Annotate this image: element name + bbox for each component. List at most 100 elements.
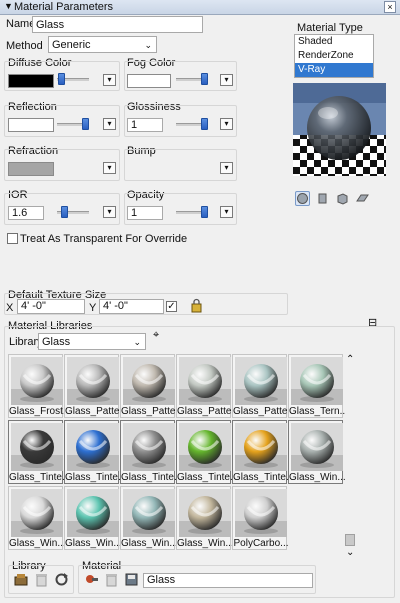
sphere-preview-icon[interactable] xyxy=(295,191,310,206)
lock-icon[interactable] xyxy=(190,298,203,313)
material-thumbnail[interactable]: Glass_Win... xyxy=(288,420,345,484)
material-thumbnail[interactable]: Glass_Tinte... xyxy=(8,420,65,484)
material-thumbnail[interactable]: Glass_Tinte... xyxy=(64,420,121,484)
material-thumbnail[interactable]: Glass_Frost... xyxy=(8,354,65,418)
library-options-icon[interactable]: ⌖ xyxy=(153,329,159,342)
library-select[interactable]: Glass ⌄ xyxy=(38,333,146,350)
glossiness-slider-thumb[interactable] xyxy=(201,118,208,130)
library-value: Glass xyxy=(42,336,71,348)
material-thumbnail-label: Glass_Tinte... xyxy=(9,472,65,483)
material-type-option[interactable]: V-Ray xyxy=(295,63,373,77)
cube-preview-icon[interactable] xyxy=(335,191,350,206)
material-swatch-image xyxy=(11,357,63,405)
texture-y-label: Y xyxy=(89,302,97,314)
material-type-option[interactable]: Shaded xyxy=(295,35,373,49)
texture-x-label: X xyxy=(6,302,14,314)
material-thumbnail[interactable]: PolyCarbo... xyxy=(232,486,289,550)
material-thumbnail-label: PolyCarbo... xyxy=(233,538,289,549)
texture-y-input[interactable]: 4' -0" xyxy=(99,299,164,314)
material-thumbnail-label: Glass_Patte... xyxy=(65,406,121,417)
reflection-color-swatch[interactable] xyxy=(8,118,54,132)
close-icon[interactable]: × xyxy=(384,1,396,13)
refraction-texture-dropdown-icon[interactable]: ▾ xyxy=(103,162,116,174)
material-swatch-image xyxy=(235,423,287,471)
ior-texture-dropdown-icon[interactable]: ▾ xyxy=(103,206,116,218)
material-thumbnail-label: Glass_Patte... xyxy=(121,406,177,417)
material-thumbnail[interactable]: Glass_Tinte... xyxy=(120,420,177,484)
material-thumbnail[interactable]: Glass_Patte... xyxy=(232,354,289,418)
bump-texture-dropdown-icon[interactable]: ▾ xyxy=(220,162,233,174)
material-thumbnail-label: Glass_Tinte... xyxy=(233,472,289,483)
material-delete-icon[interactable] xyxy=(104,572,119,587)
material-thumbnail-label: Glass_Tinte... xyxy=(121,472,177,483)
panel-header: ▼ Material Parameters × xyxy=(0,0,400,15)
material-name-field[interactable]: Glass xyxy=(143,573,313,588)
material-library-grid: Glass_Frost...Glass_Patte...Glass_Patte.… xyxy=(8,354,345,558)
refraction-color-swatch[interactable] xyxy=(8,162,54,176)
material-swatch-image xyxy=(67,489,119,537)
material-thumbnail-label: Glass_Win... xyxy=(121,538,177,549)
material-swatch-image xyxy=(179,423,231,471)
scrollbar-thumb[interactable] xyxy=(345,534,355,546)
material-swatch-image xyxy=(123,489,175,537)
material-type-option[interactable]: RenderZone xyxy=(295,49,373,63)
diffuse-color-swatch[interactable] xyxy=(8,74,54,88)
material-thumbnail[interactable]: Glass_Win... xyxy=(176,486,233,550)
reflection-texture-dropdown-icon[interactable]: ▾ xyxy=(103,118,116,130)
cylinder-preview-icon[interactable] xyxy=(315,191,330,206)
material-thumbnail[interactable]: Glass_Patte... xyxy=(64,354,121,418)
material-thumbnail[interactable]: Glass_Win... xyxy=(120,486,177,550)
material-thumbnail[interactable]: Glass_Tinte... xyxy=(232,420,289,484)
material-thumbnail[interactable]: Glass_Tinte... xyxy=(176,420,233,484)
material-thumbnail[interactable]: Glass_Win... xyxy=(64,486,121,550)
glossiness-texture-dropdown-icon[interactable]: ▾ xyxy=(220,118,233,130)
material-dropper-icon[interactable] xyxy=(84,572,99,587)
fog-color-swatch[interactable] xyxy=(127,74,171,88)
ior-input[interactable]: 1.6 xyxy=(8,206,44,220)
library-scrollbar[interactable]: ⌃ ⌄ xyxy=(343,354,357,558)
scroll-up-icon[interactable]: ⌃ xyxy=(346,354,354,365)
material-save-icon[interactable] xyxy=(124,572,139,587)
material-thumbnail[interactable]: Glass_Patte... xyxy=(120,354,177,418)
chevron-down-icon: ⌄ xyxy=(133,337,141,347)
library-refresh-icon[interactable] xyxy=(54,572,69,587)
name-input[interactable]: Glass xyxy=(32,16,203,33)
texture-size-checkbox[interactable]: ✓ xyxy=(166,301,177,312)
material-thumbnail-label: Glass_Win... xyxy=(9,538,65,549)
fog-texture-dropdown-icon[interactable]: ▾ xyxy=(220,74,233,86)
material-thumbnail[interactable]: Glass_Win... xyxy=(8,486,65,550)
ior-slider-thumb[interactable] xyxy=(61,206,68,218)
material-type-label: Material Type xyxy=(297,22,363,34)
material-thumbnail[interactable]: Glass_Patte... xyxy=(176,354,233,418)
diffuse-slider-thumb[interactable] xyxy=(58,73,65,85)
material-swatch-image xyxy=(67,423,119,471)
collapse-triangle-icon[interactable]: ▼ xyxy=(4,1,13,11)
library-open-icon[interactable] xyxy=(14,572,29,587)
material-thumbnail-label: Glass_Win... xyxy=(289,472,345,483)
treat-transparent-checkbox[interactable] xyxy=(7,233,18,244)
material-swatch-image xyxy=(67,357,119,405)
material-thumbnail[interactable]: Glass_Tern... xyxy=(288,354,345,418)
material-swatch-image xyxy=(235,489,287,537)
opacity-slider-thumb[interactable] xyxy=(201,206,208,218)
fog-slider-thumb[interactable] xyxy=(201,73,208,85)
material-type-list[interactable]: Shaded RenderZone V-Ray xyxy=(294,34,374,78)
panel-title: Material Parameters xyxy=(14,1,114,13)
opacity-texture-dropdown-icon[interactable]: ▾ xyxy=(220,206,233,218)
opacity-input[interactable]: 1 xyxy=(127,206,163,220)
material-swatch-image xyxy=(123,423,175,471)
plane-preview-icon[interactable] xyxy=(355,191,370,206)
material-thumbnail-label: Glass_Patte... xyxy=(233,406,289,417)
scroll-down-icon[interactable]: ⌄ xyxy=(346,547,354,558)
diffuse-texture-dropdown-icon[interactable]: ▾ xyxy=(103,74,116,86)
glossiness-input[interactable]: 1 xyxy=(127,118,163,132)
material-swatch-image xyxy=(11,489,63,537)
name-label: Name xyxy=(6,18,36,30)
method-label: Method xyxy=(6,40,43,52)
library-delete-icon[interactable] xyxy=(34,572,49,587)
treat-transparent-label: Treat As Transparent For Override xyxy=(20,233,188,245)
method-select[interactable]: Generic ⌄ xyxy=(48,36,157,53)
texture-x-input[interactable]: 4' -0" xyxy=(17,299,85,314)
reflection-slider-thumb[interactable] xyxy=(82,118,89,130)
material-thumbnail-label: Glass_Frost... xyxy=(9,406,65,417)
